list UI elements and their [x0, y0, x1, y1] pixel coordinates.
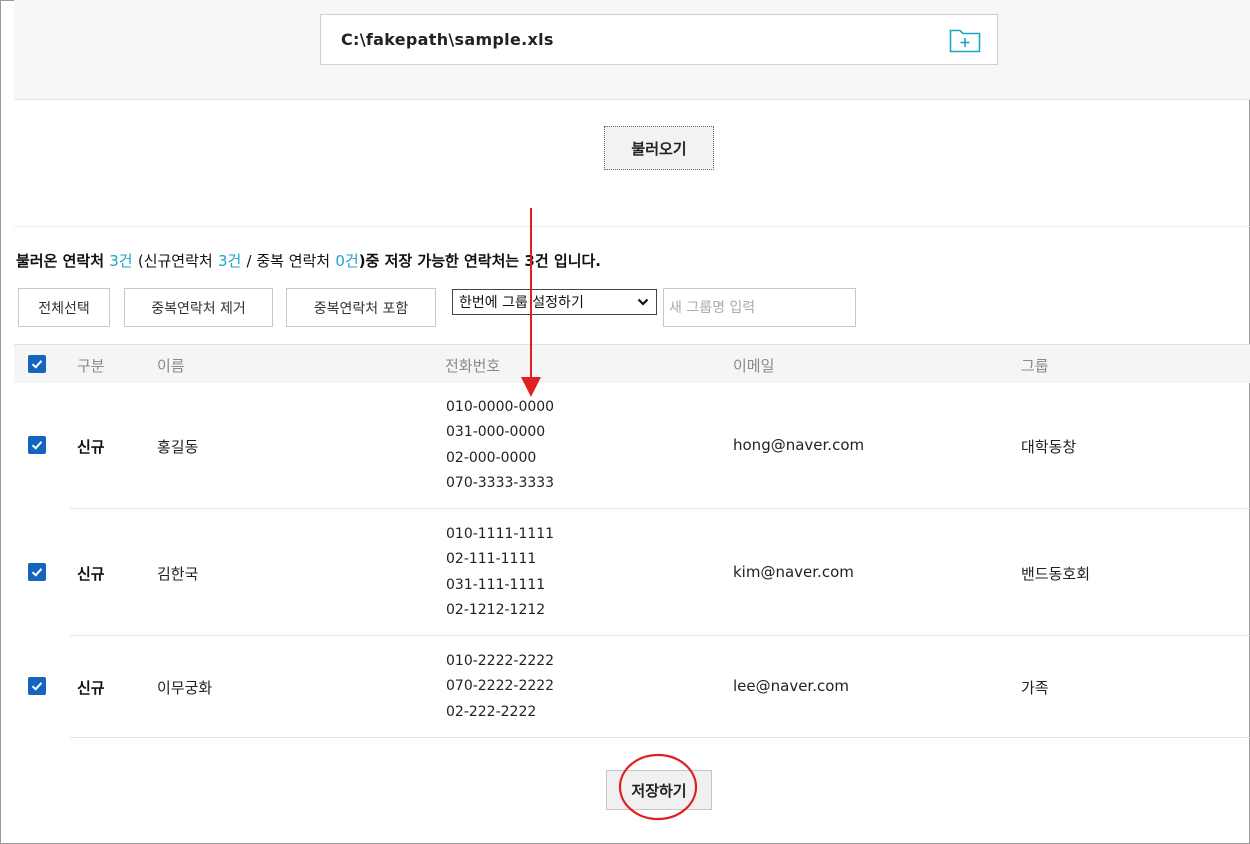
row-phones: 010-0000-0000 031-000-0000 02-000-0000 0…	[446, 395, 554, 496]
checkmark-icon	[31, 682, 43, 691]
phone-number: 070-2222-2222	[446, 678, 555, 695]
load-button[interactable]: 불러오기	[604, 126, 714, 170]
phone-number: 070-3333-3333	[446, 474, 555, 491]
select-all-button[interactable]: 전체선택	[18, 288, 110, 327]
phone-number: 02-111-1111	[446, 551, 537, 568]
header-email: 이메일	[733, 357, 775, 375]
row-phones: 010-2222-2222 070-2222-2222 02-222-2222	[446, 649, 554, 725]
summary-tail: )중 저장 가능한 연락처는 3건 입니다.	[358, 252, 601, 270]
row-group: 가족	[1021, 679, 1049, 697]
import-summary: 불러온 연락처 3건 (신규연락처 3건 / 중복 연락처 0건)중 저장 가능…	[16, 250, 601, 271]
row-email: hong@naver.com	[733, 436, 865, 454]
row-checkbox[interactable]	[28, 563, 46, 581]
section-divider	[14, 226, 1250, 227]
header-name: 이름	[157, 357, 185, 375]
row-type: 신규	[77, 565, 105, 583]
row-email: lee@naver.com	[733, 677, 850, 695]
include-duplicates-button[interactable]: 중복연락처 포함	[286, 288, 436, 327]
summary-dup-label: / 중복 연락처	[246, 252, 331, 270]
chevron-down-icon	[637, 298, 649, 306]
total-count: 3건	[109, 252, 133, 270]
row-phones: 010-1111-1111 02-111-1111 031-111-1111 0…	[446, 522, 554, 623]
row-divider	[70, 737, 1250, 738]
phone-number: 010-0000-0000	[446, 399, 555, 415]
group-select-value: 한번에 그룹 설정하기	[459, 295, 584, 311]
phone-number: 02-222-2222	[446, 703, 537, 720]
group-bulk-select[interactable]: 한번에 그룹 설정하기	[452, 289, 657, 315]
row-type: 신규	[77, 679, 105, 697]
file-path-field[interactable]: C:\fakepath\sample.xls	[320, 14, 998, 65]
row-name: 김한국	[157, 565, 199, 583]
file-upload-area: C:\fakepath\sample.xls	[14, 0, 1250, 100]
table-header: 구분 이름 전화번호 이메일 그룹	[14, 344, 1250, 383]
row-divider	[70, 635, 1250, 636]
remove-duplicates-button[interactable]: 중복연락처 제거	[124, 288, 273, 327]
file-path-text: C:\fakepath\sample.xls	[341, 30, 554, 49]
row-checkbox[interactable]	[28, 677, 46, 695]
checkmark-icon	[31, 360, 43, 369]
phone-number: 010-2222-2222	[446, 653, 555, 669]
row-email: kim@naver.com	[733, 563, 854, 581]
row-group: 대학동창	[1021, 438, 1077, 456]
phone-number: 010-1111-1111	[446, 526, 555, 542]
save-button[interactable]: 저장하기	[606, 770, 712, 810]
header-checkbox[interactable]	[28, 355, 46, 373]
summary-label: 불러온 연락처	[16, 252, 105, 270]
row-checkbox[interactable]	[28, 436, 46, 454]
header-phone: 전화번호	[445, 357, 501, 375]
header-type: 구분	[77, 357, 105, 375]
row-name: 홍길동	[157, 438, 199, 456]
new-count: 3건	[217, 252, 242, 270]
header-group: 그룹	[1021, 357, 1049, 375]
row-name: 이무궁화	[157, 679, 213, 697]
phone-number: 031-111-1111	[446, 576, 546, 593]
row-type: 신규	[77, 438, 105, 456]
checkmark-icon	[31, 568, 43, 577]
row-group: 밴드동호회	[1021, 565, 1091, 583]
checkmark-icon	[31, 441, 43, 450]
phone-number: 02-000-0000	[446, 449, 537, 466]
row-divider	[70, 508, 1250, 509]
summary-new-label: (신규연락처	[137, 252, 213, 270]
new-group-name-input[interactable]	[663, 288, 856, 327]
dup-count: 0건	[335, 252, 359, 270]
phone-number: 031-000-0000	[446, 424, 546, 441]
folder-plus-icon[interactable]	[949, 27, 981, 53]
phone-number: 02-1212-1212	[446, 601, 546, 618]
